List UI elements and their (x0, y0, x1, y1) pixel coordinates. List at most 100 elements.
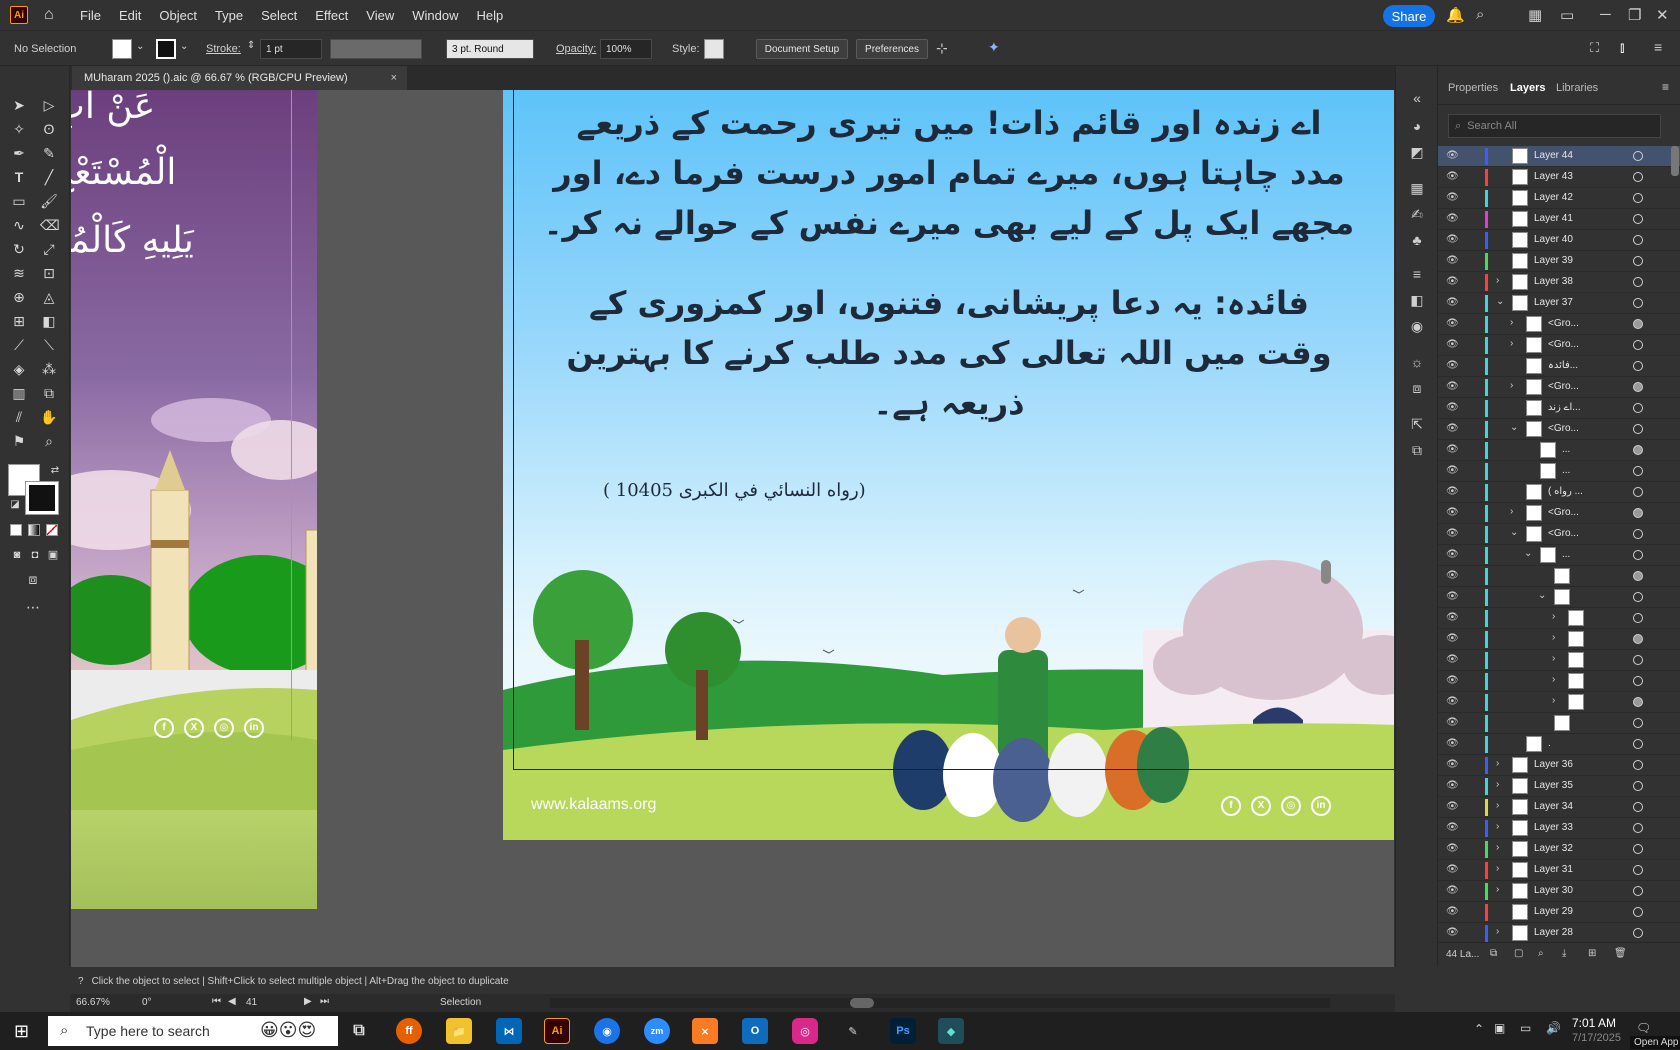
expand-chevron-icon[interactable]: ⌄ (1510, 527, 1518, 538)
free-transform-icon[interactable]: ⊡ (40, 264, 58, 282)
expand-chevron-icon[interactable]: › (1496, 275, 1499, 286)
layer-target-icon[interactable] (1633, 718, 1643, 728)
layer-row[interactable]: 👁 › Layer 33 (1438, 818, 1680, 839)
collect-export-icon[interactable]: ⧉ (1490, 948, 1497, 959)
visibility-eye-icon[interactable]: 👁 (1446, 738, 1460, 749)
layer-row[interactable]: 👁 › (1438, 629, 1680, 650)
close-tab-icon[interactable]: × (391, 72, 397, 84)
layer-target-icon[interactable] (1633, 424, 1643, 434)
layer-target-icon[interactable] (1633, 928, 1643, 938)
layer-target-icon[interactable] (1633, 235, 1643, 245)
layer-row[interactable]: 👁 Layer 39 (1438, 251, 1680, 272)
visibility-eye-icon[interactable]: 👁 (1446, 276, 1460, 287)
visibility-eye-icon[interactable]: 👁 (1446, 402, 1460, 413)
chrome-icon[interactable]: ◉ (594, 1018, 620, 1044)
screen-mode-icon[interactable]: ⧈ (24, 570, 42, 588)
layer-target-icon[interactable] (1633, 823, 1643, 833)
selection-tool-icon[interactable]: ➤ (10, 96, 28, 114)
share-button[interactable]: Share (1383, 5, 1435, 27)
zoom-tool-icon[interactable]: ⌕ (40, 432, 58, 450)
layer-row[interactable]: 👁 (1438, 713, 1680, 734)
layers-scroll-thumb[interactable] (1671, 146, 1679, 176)
layer-target-icon[interactable] (1633, 277, 1643, 287)
search-icon[interactable]: ⌕ (1476, 6, 1484, 23)
minimize-icon[interactable]: ─ (1600, 6, 1611, 23)
clock-date[interactable]: 7/17/2025 (1572, 1032, 1621, 1044)
layer-row[interactable]: 👁 › <Gro... (1438, 314, 1680, 335)
stroke-dropdown-icon[interactable]: ⌄ (180, 41, 188, 52)
swatches-icon[interactable]: ▦ (1408, 180, 1426, 198)
layer-target-icon[interactable] (1633, 256, 1643, 266)
layer-target-icon[interactable] (1633, 445, 1643, 455)
expand-chevron-icon[interactable]: › (1510, 317, 1513, 328)
perspective-grid-icon[interactable]: ◬ (40, 288, 58, 306)
layer-row[interactable]: 👁 › Layer 28 (1438, 923, 1680, 942)
recolor-icon[interactable]: ✦ (988, 39, 1000, 56)
menu-select[interactable]: Select (261, 8, 297, 23)
artboard-left[interactable]: عَنْ اَبِ الْمُسْتَعْجِ يَلِيهِ كَالْمُه… (71, 90, 317, 909)
visibility-eye-icon[interactable]: 👁 (1446, 780, 1460, 791)
artboard-number[interactable]: 41 (246, 997, 257, 1008)
layer-row[interactable]: 👁 › Layer 36 (1438, 755, 1680, 776)
visibility-eye-icon[interactable]: 👁 (1446, 528, 1460, 539)
horizontal-scrollbar[interactable] (550, 998, 1330, 1008)
expand-chevron-icon[interactable]: › (1552, 653, 1555, 664)
gradient-mode-icon[interactable] (28, 524, 40, 536)
layer-row[interactable]: 👁 › Layer 35 (1438, 776, 1680, 797)
expand-chevron-icon[interactable]: › (1552, 632, 1555, 643)
artboard-tool-icon[interactable]: ⧉ (40, 384, 58, 402)
firefox-icon[interactable]: ff (396, 1018, 422, 1044)
blend-tool-icon[interactable]: ◈ (10, 360, 28, 378)
layer-target-icon[interactable] (1633, 382, 1643, 392)
visibility-eye-icon[interactable]: 👁 (1446, 633, 1460, 644)
visibility-eye-icon[interactable]: 👁 (1446, 864, 1460, 875)
visibility-eye-icon[interactable]: 👁 (1446, 171, 1460, 182)
layer-target-icon[interactable] (1633, 361, 1643, 371)
stroke-swatch[interactable] (156, 39, 176, 59)
layer-target-icon[interactable] (1633, 193, 1643, 203)
expand-chevron-icon[interactable]: › (1496, 884, 1499, 895)
preferences-button[interactable]: Preferences (856, 39, 928, 59)
rectangle-tool-icon[interactable]: ▭ (10, 192, 28, 210)
visibility-eye-icon[interactable]: 👁 (1446, 885, 1460, 896)
layer-target-icon[interactable] (1633, 529, 1643, 539)
menu-edit[interactable]: Edit (119, 8, 141, 23)
visibility-eye-icon[interactable]: 👁 (1446, 549, 1460, 560)
bell-icon[interactable]: 🔔 (1446, 6, 1465, 24)
vertical-scroll-thumb[interactable] (1321, 560, 1331, 584)
layer-target-icon[interactable] (1633, 214, 1643, 224)
visibility-eye-icon[interactable]: 👁 (1446, 465, 1460, 476)
swap-colors-icon[interactable]: ⇄ (46, 462, 64, 480)
help-icon[interactable]: ? (78, 976, 84, 987)
layer-row[interactable]: 👁 ⌄ <Gro... (1438, 419, 1680, 440)
layer-target-icon[interactable] (1633, 739, 1643, 749)
expand-chevron-icon[interactable]: › (1552, 695, 1555, 706)
magic-wand-icon[interactable]: ✧ (10, 120, 28, 138)
eraser-icon[interactable]: ⌫ (40, 216, 60, 234)
color-panel-icon[interactable]: ◕ (1408, 118, 1426, 136)
layer-target-icon[interactable] (1633, 466, 1643, 476)
expand-chevron-icon[interactable]: ⌄ (1510, 422, 1518, 433)
draw-behind-icon[interactable]: ◘ (26, 546, 44, 564)
layer-target-icon[interactable] (1633, 298, 1643, 308)
layer-target-icon[interactable] (1633, 844, 1643, 854)
layer-row[interactable]: 👁 ( رواه ... (1438, 482, 1680, 503)
expand-chevron-icon[interactable]: › (1510, 506, 1513, 517)
layer-row[interactable]: 👁 › Layer 30 (1438, 881, 1680, 902)
layer-row[interactable]: 👁 فائدہ... (1438, 356, 1680, 377)
layer-target-icon[interactable] (1633, 151, 1643, 161)
home-icon[interactable]: ⌂ (44, 6, 62, 24)
gradient-panel-icon[interactable]: ◧ (1408, 292, 1426, 310)
layer-row[interactable]: 👁 Layer 44 (1438, 146, 1680, 167)
layer-row[interactable]: 👁 اے زند... (1438, 398, 1680, 419)
edit-toolbar-icon[interactable]: ⋯ (24, 598, 42, 616)
arrange-documents-icon[interactable]: ▦ (1528, 6, 1542, 24)
new-layer-icon[interactable]: ⊞ (1588, 948, 1596, 959)
fill-swatch[interactable] (112, 39, 132, 59)
layer-row[interactable]: 👁... (1438, 461, 1680, 482)
layer-row[interactable]: 👁 Layer 40 (1438, 230, 1680, 251)
layer-target-icon[interactable] (1633, 508, 1643, 518)
windows-start-icon[interactable]: ⊞ (14, 1021, 34, 1041)
last-artboard-icon[interactable]: ⏭ (320, 996, 329, 1007)
shaper-tool-icon[interactable]: ∿ (10, 216, 28, 234)
